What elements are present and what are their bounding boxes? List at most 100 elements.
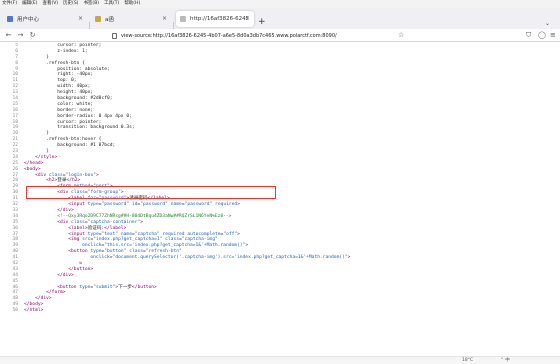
menu-help[interactable]: 帮助(H) <box>124 0 140 8</box>
code-token: } <box>24 149 49 155</box>
code-token: right: -40px; <box>24 72 94 78</box>
list-all-tabs-icon[interactable]: ⌄ <box>545 20 550 27</box>
url-text[interactable]: view-source:http://16af3826-6245-4b07-a6… <box>121 33 337 39</box>
code-token: "off" <box>223 231 238 237</box>
code-token: name <box>120 231 132 237</box>
shield-icon[interactable]: ⛉ <box>526 31 531 40</box>
code-token: color: white; <box>24 101 94 107</box>
page-icon <box>112 32 117 39</box>
code-token: height: 40px; <box>24 90 94 96</box>
code-token: "captcha" <box>134 231 160 237</box>
tab-favicon-icon <box>95 16 101 22</box>
code-token: background: #2d8cf0; <box>24 96 113 102</box>
code-token: <h2> <box>46 178 58 184</box>
highlight-box <box>26 186 276 199</box>
code-token: cursor: pointer; <box>24 43 102 48</box>
code-token: name <box>170 202 182 208</box>
code-token: <img <box>68 237 83 243</box>
code-token: > <box>347 255 351 261</box>
code-token: onclick <box>90 255 110 261</box>
source-line: 50 </html> <box>0 308 560 314</box>
menu-file[interactable]: 文件(F) <box>2 0 17 8</box>
tab-favicon-icon <box>7 16 13 22</box>
code-token: class <box>48 172 63 178</box>
code-token: cursor: pointer; <box>24 119 102 125</box>
code-token: > <box>245 243 249 249</box>
code-token: </div> <box>35 296 52 302</box>
code-token: </body> <box>24 302 44 308</box>
menu-tools[interactable]: 工具(T) <box>104 0 119 8</box>
tab-title: 用户中心 <box>17 17 40 23</box>
code-token: <button <box>57 284 80 290</box>
code-token: "this.src='index.php?get_captcha=1&'+Mat… <box>104 243 246 249</box>
menu-edit[interactable]: 编辑(E) <box>22 0 37 8</box>
code-token: </head> <box>24 160 44 166</box>
code-token: } <box>24 131 49 137</box>
code-token: "document.querySelector('.captcha-img').… <box>112 255 348 261</box>
new-tab-button[interactable]: + <box>258 18 266 27</box>
hamburger-menu-icon[interactable]: ≡ <box>550 31 556 40</box>
code-token: <!--Qxy3Rqo2D9C77ZhNRsg##H-804DtBqu4ZD3a… <box>57 213 232 219</box>
menu-bookmarks[interactable]: 书签(B) <box>83 0 99 8</box>
code-token: <input <box>68 202 88 208</box>
weather-indicator: 18°C <box>462 358 474 363</box>
code-token: </div> <box>57 207 74 213</box>
code-token: <body> <box>24 166 41 172</box>
tab-user-center[interactable]: 用户中心 × <box>3 11 87 27</box>
code-token: position: absolute; <box>24 66 110 72</box>
code-token: </style> <box>35 154 58 160</box>
tab-title: http://16af3826-6245-4b07-a6e5- <box>190 16 248 22</box>
account-icon[interactable]: ◯ <box>538 31 546 40</box>
back-arrow-icon[interactable]: ← <box>4 31 13 40</box>
code-token: width: 40px; <box>24 84 91 90</box>
code-token: required autocomplete <box>162 231 221 237</box>
code-token: type <box>87 231 99 237</box>
address-bar[interactable]: view-source:http://16af3826-6245-4b07-a6… <box>112 31 392 40</box>
tab-view-source[interactable]: http://16af3826-6245-4b07-a6e5- × <box>176 11 254 27</box>
code-token: "login-box" <box>65 172 96 178</box>
code-token: </button> <box>68 266 94 272</box>
menu-history[interactable]: 历史(S) <box>63 0 78 8</box>
menu-view[interactable]: 查看(V) <box>42 0 58 8</box>
code-token: <div <box>35 172 49 178</box>
tab-title: a函 <box>105 17 114 23</box>
forward-arrow-icon[interactable]: → <box>16 31 25 40</box>
code-token: > <box>237 231 240 237</box>
tab-close-icon[interactable]: × <box>78 15 83 23</box>
line-number: 50 <box>12 308 18 314</box>
code-token: .refresh-btn { <box>24 60 85 66</box>
code-token: "button" <box>104 249 127 255</box>
reload-icon[interactable]: ↻ <box>28 31 37 40</box>
tab-strip: 用户中心 × a函 × http://16af3826-6245-4b07-a6… <box>0 8 560 30</box>
source-view[interactable]: 5 cursor: pointer; 6 z-index: 1; 7 } 8 .ref… <box>0 43 560 356</box>
code-token: </html> <box>24 308 44 314</box>
code-token: class <box>129 249 144 255</box>
code-token: <button <box>68 249 91 255</box>
code-token: border-radius: 0 4px 4px 0; <box>24 113 132 119</box>
code-token: <div <box>57 219 72 225</box>
code-token: 验证码: <box>87 225 105 231</box>
tab-second[interactable]: a函 × <box>91 11 171 27</box>
code-token: border: none; <box>24 107 94 113</box>
code-token: </div> <box>57 272 74 278</box>
code-token: class <box>165 237 179 243</box>
code-token: class <box>71 219 85 225</box>
code-token: required <box>215 202 238 208</box>
code-token: "submit" <box>93 284 116 290</box>
bookmark-star-icon[interactable]: ☆ <box>398 31 404 40</box>
code-token: "refresh-btn" <box>145 249 182 255</box>
tab-close-icon[interactable]: × <box>245 15 250 23</box>
tab-close-icon[interactable]: × <box>162 15 167 23</box>
